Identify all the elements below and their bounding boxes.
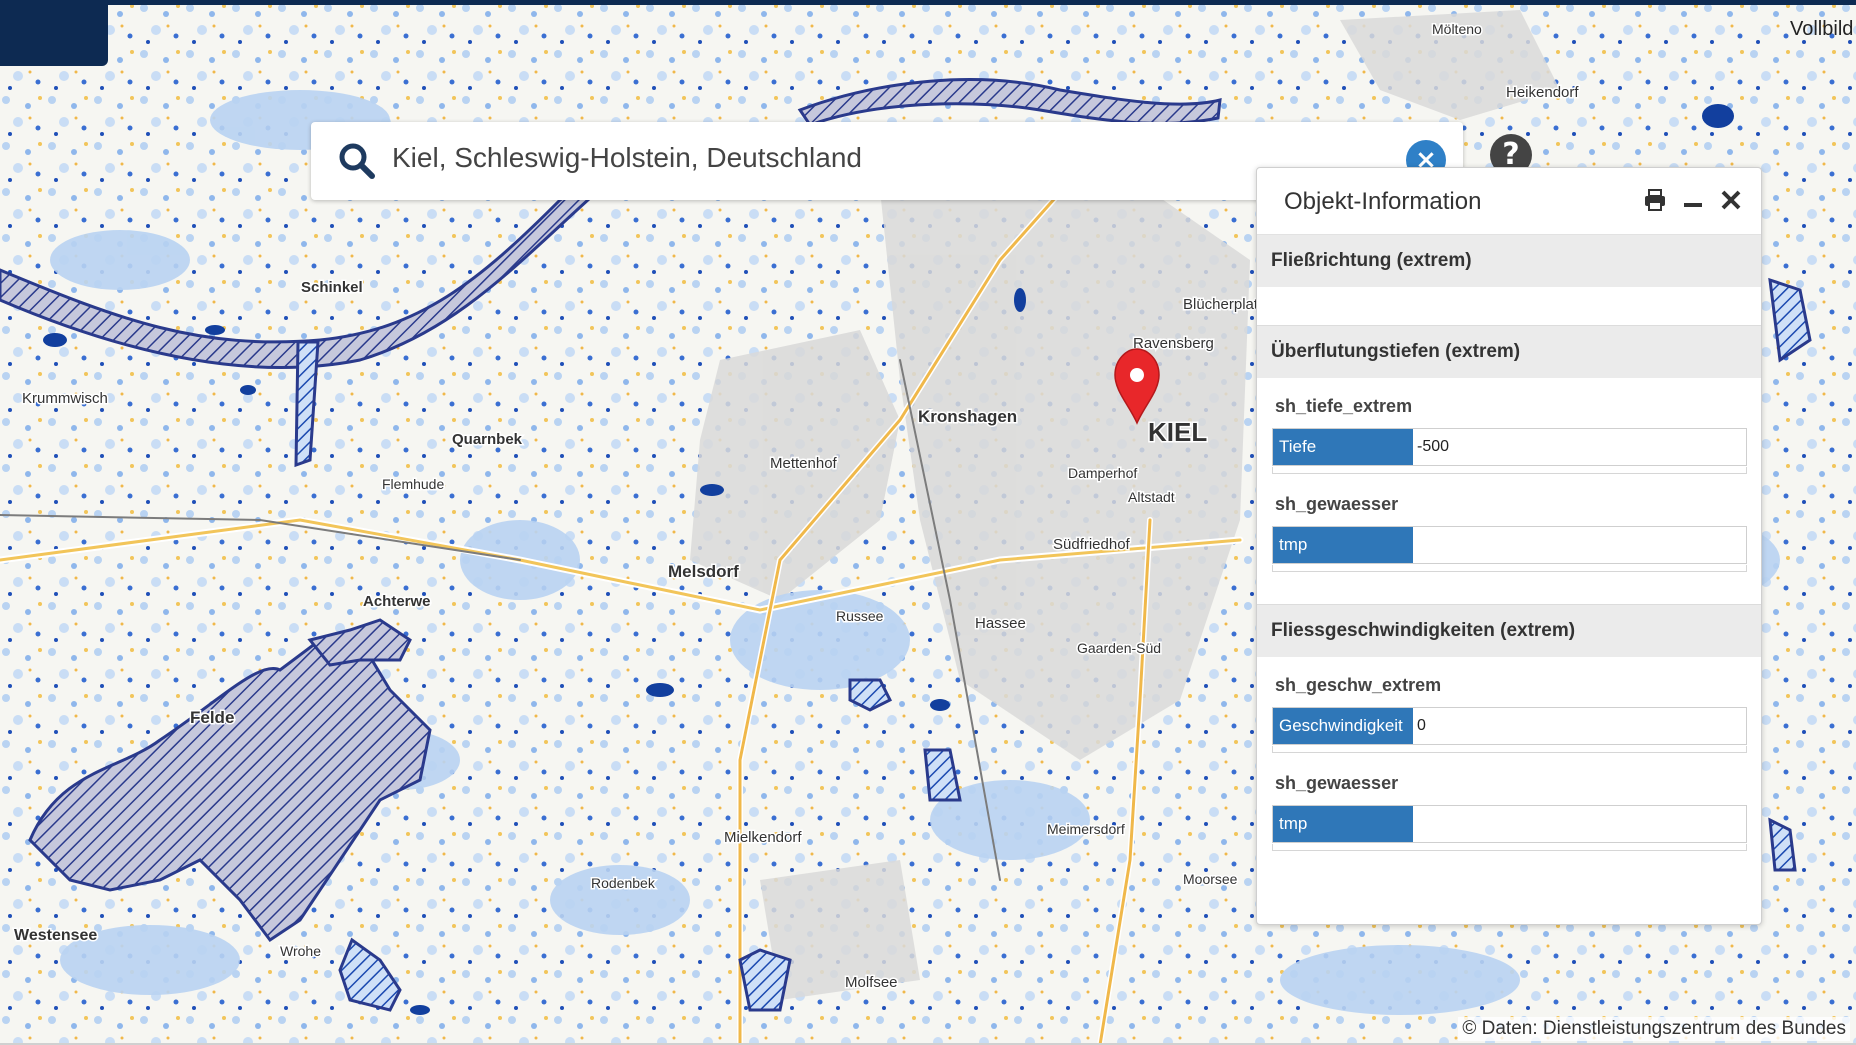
map-label-meimersdorf: Meimersdorf — [1047, 821, 1125, 837]
panel-tools — [1643, 188, 1743, 212]
map-label-bluecherplatz: Blücherplatz — [1183, 296, 1266, 313]
map-label-ravensberg: Ravensberg — [1133, 335, 1214, 352]
attribute-key: tmp — [1273, 527, 1413, 563]
attribute-row: Tiefe -500 — [1272, 428, 1747, 474]
map-label-moorsee: Moorsee — [1183, 871, 1238, 887]
map-label-flemhude: Flemhude — [382, 476, 444, 492]
section-heading-ueberflutungstiefen[interactable]: Überflutungstiefen (extrem) — [1257, 325, 1761, 378]
top-bar — [0, 0, 1856, 5]
map-label-moeltenort: Mölteno — [1432, 21, 1482, 37]
object-info-panel: Objekt-Information Fließrichtung (extrem… — [1256, 167, 1762, 925]
attribute-key: Tiefe — [1273, 429, 1413, 465]
map-label-suedfriedhof: Südfriedhof — [1053, 536, 1131, 553]
map-label-altstadt: Altstadt — [1128, 489, 1175, 505]
map-label-damperhof: Damperhof — [1068, 465, 1137, 481]
attribute-value: 0 — [1417, 717, 1426, 734]
map-label-krummwisch: Krummwisch — [22, 390, 108, 407]
print-icon[interactable] — [1643, 188, 1667, 212]
fullscreen-link[interactable]: Vollbild — [1790, 18, 1853, 41]
map-label-mettenhof: Mettenhof — [770, 455, 838, 472]
map-label-mielkendorf: Mielkendorf — [724, 829, 802, 846]
map-attribution: © Daten: Dienstleistungszentrum des Bund… — [1458, 1017, 1850, 1041]
minimize-icon[interactable] — [1681, 188, 1705, 212]
map-label-kronshagen: Kronshagen — [918, 407, 1017, 426]
attribute-row: tmp — [1272, 526, 1747, 572]
field-title: sh_gewaesser — [1275, 494, 1399, 514]
field-title: sh_geschw_extrem — [1275, 675, 1442, 695]
map-label-molfsee: Molfsee — [845, 974, 898, 991]
map-label-heikendorf: Heikendorf — [1506, 84, 1579, 101]
map-label-gaarden: Gaarden-Süd — [1077, 640, 1161, 656]
search-input[interactable]: Kiel, Schleswig-Holstein, Deutschland — [392, 142, 862, 174]
attribute-key: tmp — [1273, 806, 1413, 842]
map-label-hassee: Hassee — [975, 615, 1026, 632]
corner-menu[interactable] — [0, 0, 108, 66]
map-label-kiel: KIEL — [1148, 417, 1207, 447]
map-label-rodenbek: Rodenbek — [591, 875, 656, 891]
field-title: sh_gewaesser — [1275, 773, 1399, 793]
attribute-key: Geschwindigkeit — [1273, 708, 1413, 744]
map-label-melsdorf: Melsdorf — [668, 562, 739, 581]
map-label-westensee: Westensee — [14, 927, 97, 944]
section-heading-fliessrichtung[interactable]: Fließrichtung (extrem) — [1257, 235, 1761, 287]
section-heading-fliessgeschwindigkeiten[interactable]: Fliessgeschwindigkeiten (extrem) — [1257, 604, 1761, 657]
map-label-wrohe: Wrohe — [280, 943, 321, 959]
map-label-quarnbek: Quarnbek — [452, 431, 523, 448]
attribute-row: Geschwindigkeit 0 — [1272, 707, 1747, 753]
search-icon — [339, 143, 375, 179]
map-label-felde: Felde — [190, 708, 234, 727]
attribute-row: tmp — [1272, 805, 1747, 851]
map-label-schinkel: Schinkel — [301, 279, 363, 296]
close-icon[interactable] — [1719, 188, 1743, 212]
attribute-value: -500 — [1417, 438, 1450, 455]
map-label-russee: Russee — [836, 608, 884, 624]
map-label-achterwehr: Achterwe — [363, 593, 431, 610]
section-body-fliessrichtung — [1257, 287, 1761, 325]
field-title: sh_tiefe_extrem — [1275, 396, 1413, 416]
panel-title: Objekt-Information — [1284, 188, 1482, 215]
panel-header: Objekt-Information — [1257, 168, 1761, 235]
